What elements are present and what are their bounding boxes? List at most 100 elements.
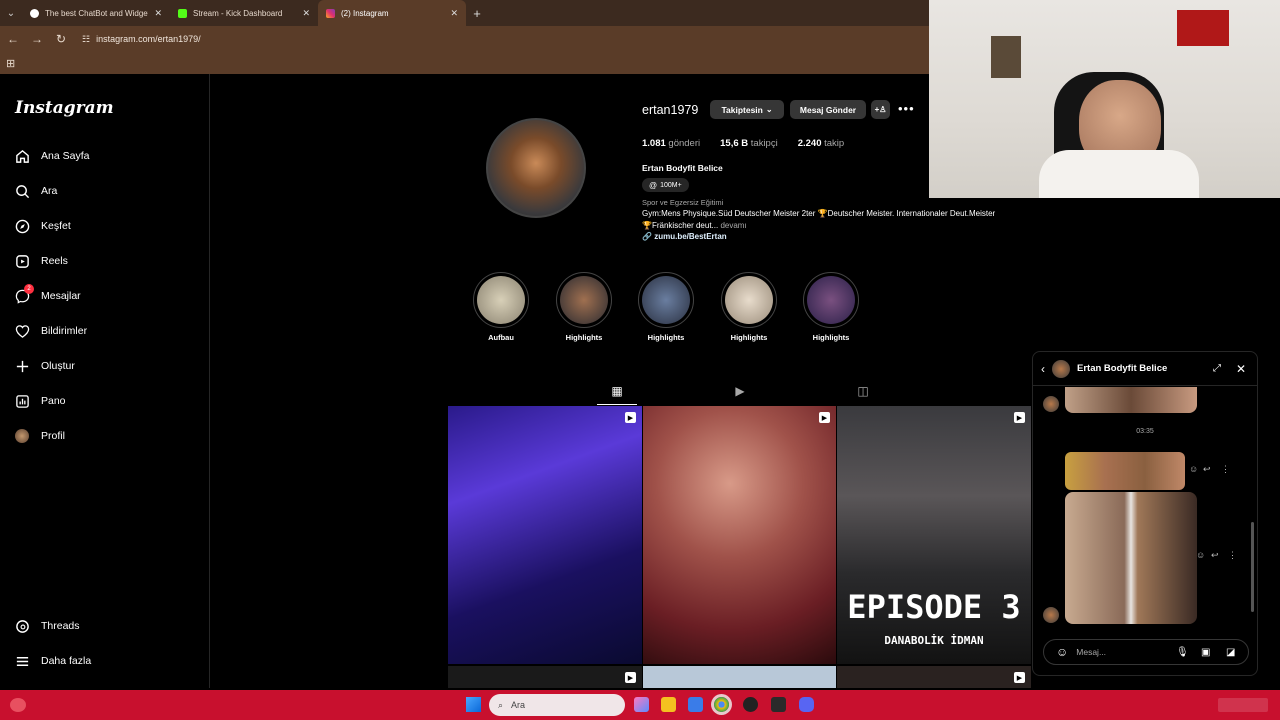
profile-username: ertan1979 xyxy=(642,103,699,117)
system-tray[interactable] xyxy=(1218,698,1268,712)
expand-icon[interactable]: ⤢ xyxy=(1213,363,1221,374)
react-icon[interactable]: ☺ xyxy=(1196,550,1205,560)
start-button[interactable] xyxy=(466,697,481,712)
posts-stat[interactable]: 1.081 gönderi xyxy=(642,138,700,149)
post-thumbnail[interactable] xyxy=(643,666,836,688)
more-icon[interactable]: ⋮ xyxy=(1221,464,1230,475)
bio-more-link[interactable]: devamı xyxy=(720,221,746,230)
browser-tab-active[interactable]: (2) Instagram ✕ xyxy=(318,0,466,26)
browser-tab[interactable]: The best ChatBot and Widgets ✕ xyxy=(22,0,170,26)
back-icon[interactable]: ‹ xyxy=(1041,362,1045,376)
profile-link[interactable]: 🔗 zumu.be/BestErtan xyxy=(642,232,727,241)
sidebar-item-more[interactable]: Daha fazla xyxy=(14,650,91,672)
copilot-icon[interactable] xyxy=(634,697,649,712)
sidebar-item-reels[interactable]: Reels xyxy=(14,250,68,272)
weather-icon[interactable] xyxy=(10,698,26,712)
new-tab-icon[interactable]: + xyxy=(466,6,488,21)
post-thumbnail[interactable]: ▶ EPISODE 3 DANABOLİK İDMAN xyxy=(837,406,1031,664)
reply-icon[interactable]: ↩ xyxy=(1211,550,1219,561)
following-stat[interactable]: 2.240 takip xyxy=(798,138,845,149)
apps-grid-icon[interactable]: ⊞ xyxy=(6,57,15,70)
person-shirt xyxy=(1039,150,1199,198)
post-thumbnail[interactable]: ▶ xyxy=(837,666,1031,688)
obs-icon[interactable] xyxy=(743,697,758,712)
post-thumbnail[interactable]: ▶ xyxy=(448,666,642,688)
sidebar-item-search[interactable]: Ara xyxy=(14,180,57,202)
post-thumbnail[interactable]: ▶ xyxy=(448,406,642,664)
reels-icon xyxy=(14,253,30,269)
threads-badge[interactable]: @ 100M+ xyxy=(642,178,689,192)
highlight-item[interactable]: Highlights xyxy=(721,272,777,342)
close-icon[interactable]: ✕ xyxy=(1236,362,1246,376)
suggest-users-button[interactable]: +♙ xyxy=(871,100,890,119)
sidebar-item-dashboard[interactable]: Pano xyxy=(14,390,66,412)
instagram-logo[interactable]: Instagram xyxy=(15,98,114,118)
sidebar-item-explore[interactable]: Keşfet xyxy=(14,215,71,237)
tab-title: The best ChatBot and Widgets xyxy=(45,8,149,18)
options-more-icon[interactable]: ••• xyxy=(898,101,915,116)
site-info-icon[interactable]: ☷ xyxy=(82,34,90,45)
back-icon[interactable]: ← xyxy=(6,32,20,46)
chat-image[interactable] xyxy=(1065,492,1197,624)
sidebar-item-label: Ara xyxy=(41,185,58,197)
store-icon[interactable] xyxy=(688,697,703,712)
close-tab-icon[interactable]: ✕ xyxy=(450,8,458,19)
close-tab-icon[interactable]: ✕ xyxy=(302,8,310,19)
reply-icon[interactable]: ↩ xyxy=(1203,464,1211,475)
forward-icon[interactable]: → xyxy=(30,32,44,46)
microphone-icon[interactable]: 🎙 xyxy=(1176,647,1189,658)
sidebar-item-create[interactable]: Oluştur xyxy=(14,355,75,377)
followers-stat[interactable]: 15,6 B takipçi xyxy=(720,138,778,149)
tab-search-dropdown[interactable]: ⌄ xyxy=(0,0,22,26)
sidebar-item-threads[interactable]: Threads xyxy=(14,615,80,637)
send-message-button[interactable]: Mesaj Gönder xyxy=(790,100,866,119)
dm-contact-name[interactable]: Ertan Bodyfit Belice xyxy=(1077,363,1167,374)
reel-icon: ▶ xyxy=(625,672,636,683)
message-count-badge: 2 xyxy=(24,284,34,294)
plus-icon xyxy=(14,358,30,374)
sidebar-item-profile[interactable]: Profil xyxy=(14,425,65,447)
highlight-item[interactable]: Highlights xyxy=(556,272,612,342)
sidebar-item-label: Pano xyxy=(41,395,66,407)
sidebar-item-home[interactable]: Ana Sayfa xyxy=(14,145,89,167)
compass-icon xyxy=(14,218,30,234)
following-button[interactable]: Takiptesin ⌄ xyxy=(710,100,784,119)
url-field[interactable]: ☷ instagram.com/ertan1979/ xyxy=(82,34,201,45)
image-icon[interactable]: ▣ xyxy=(1201,647,1210,658)
chevron-down-icon: ⌄ xyxy=(765,105,773,114)
message-input[interactable]: ☺ Mesaj... 🎙 ▣ ◪ xyxy=(1043,639,1249,665)
taskbar-search[interactable]: ⌕ Ara xyxy=(489,694,625,716)
threads-count: 100M+ xyxy=(660,181,682,189)
emoji-icon[interactable]: ☺ xyxy=(1056,645,1068,659)
reel-icon: ▶ xyxy=(625,412,636,423)
react-icon[interactable]: ☺ xyxy=(1189,464,1198,474)
chat-image[interactable] xyxy=(1065,452,1185,490)
sticker-icon[interactable]: ◪ xyxy=(1226,647,1235,658)
more-icon[interactable]: ⋮ xyxy=(1228,550,1237,561)
chat-image[interactable] xyxy=(1065,387,1197,413)
discord-icon[interactable] xyxy=(799,697,814,712)
avatar[interactable] xyxy=(1052,359,1070,378)
file-explorer-icon[interactable] xyxy=(661,697,676,712)
sidebar-item-messages[interactable]: 2 Mesajlar xyxy=(14,284,81,307)
profile-bio-line: Gym:Mens Physique.Süd Deutscher Meister … xyxy=(642,209,996,218)
wall-flag xyxy=(1177,10,1229,46)
messenger-icon: 2 xyxy=(14,284,34,304)
browser-tab[interactable]: Stream - Kick Dashboard ✕ xyxy=(170,0,318,26)
tab-tagged-icon[interactable]: ◫ xyxy=(856,384,870,398)
tab-reels-icon[interactable]: ▶ xyxy=(733,384,747,398)
sidebar-item-notifications[interactable]: Bildirimler xyxy=(14,320,87,342)
post-thumbnail[interactable]: ▶ xyxy=(643,406,836,664)
highlight-item[interactable]: Highlights xyxy=(803,272,859,342)
chat-scrollbar[interactable] xyxy=(1251,522,1254,612)
tab-posts-grid-icon[interactable]: ▦ xyxy=(610,384,624,398)
profile-avatar[interactable] xyxy=(486,118,586,218)
chrome-icon[interactable] xyxy=(714,697,729,712)
epic-games-icon[interactable] xyxy=(771,697,786,712)
following-label: Takiptesin xyxy=(721,104,763,115)
highlight-item[interactable]: Aufbau xyxy=(473,272,529,342)
reload-icon[interactable]: ↻ xyxy=(54,32,68,46)
highlight-item[interactable]: Highlights xyxy=(638,272,694,342)
close-tab-icon[interactable]: ✕ xyxy=(154,8,162,19)
search-placeholder: Ara xyxy=(511,700,526,710)
